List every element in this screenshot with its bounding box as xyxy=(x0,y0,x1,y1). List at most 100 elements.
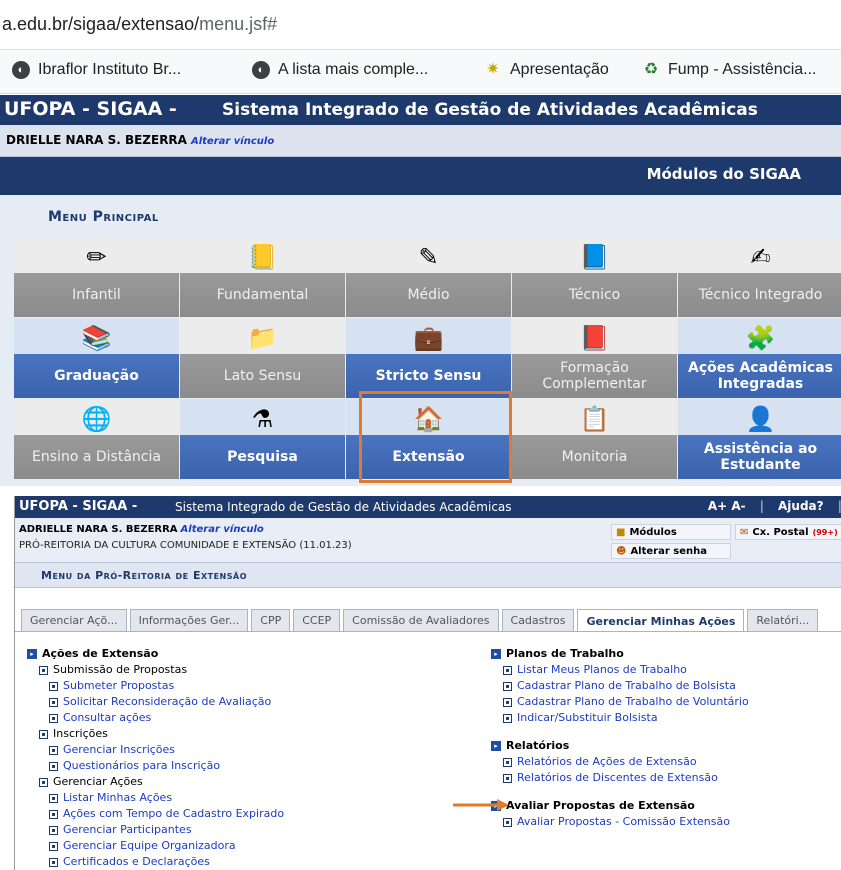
module-tile-tecnico-integrado[interactable]: ✍ Técnico Integrado xyxy=(678,237,841,317)
module-tile-monitoria[interactable]: 📋 Monitoria xyxy=(512,399,677,479)
menu-item[interactable]: ▪ Cadastrar Plano de Trabalho de Bolsista xyxy=(491,678,749,694)
expand-icon: ▪ xyxy=(49,857,58,867)
bottom-screenshot: UFOPA - SIGAA - Sistema Integrado de Ges… xyxy=(14,496,841,870)
module-label: Ações Acadêmicas Integradas xyxy=(687,360,834,392)
menu-item[interactable]: ▪ Questionários para Inscrição xyxy=(27,758,284,774)
tab-gerenciar-minhas-acoes[interactable]: Gerenciar Minhas Ações xyxy=(577,609,745,632)
address-bar[interactable]: a.edu.br/sigaa/extensao/menu.jsf# xyxy=(0,0,841,50)
box-icon: ■ xyxy=(616,526,626,538)
menu-item[interactable]: ▪ Listar Meus Planos de Trabalho xyxy=(491,662,749,678)
draw-icon: ✍ xyxy=(750,243,771,271)
expand-icon: ▪ xyxy=(49,761,58,771)
menu-item-label: Gerenciar Inscrições xyxy=(63,743,176,756)
module-tile-assistencia-ao-estudante[interactable]: 👤 Assistência ao Estudante xyxy=(678,399,841,479)
menu-item-label: Cadastrar Plano de Trabalho de Voluntári… xyxy=(517,695,749,708)
tab-cpp[interactable]: CPP xyxy=(251,609,291,631)
change-link[interactable]: Alterar vínculo xyxy=(191,136,274,147)
menu-item[interactable]: ▪ Gerenciar Inscrições xyxy=(27,742,284,758)
help-link[interactable]: Ajuda? xyxy=(778,499,824,513)
menu-item[interactable]: ▪ Relatórios de Ações de Extensão xyxy=(491,754,749,770)
books-icon: 📚 xyxy=(81,324,112,352)
bullet-icon: ▸ xyxy=(491,649,501,659)
menu-item[interactable]: ▪ Certificados e Declarações xyxy=(27,854,284,870)
bookmark-ibraflor[interactable]: ◐ Ibraflor Instituto Br... xyxy=(12,61,181,79)
module-tile-fundamental[interactable]: 📒 Fundamental xyxy=(180,237,345,317)
postal-box-button[interactable]: ✉ Cx. Postal (99+) xyxy=(735,524,841,540)
menu-item[interactable]: ▪ Indicar/Substituir Bolsista xyxy=(491,710,749,726)
url-path: a.edu.br/sigaa/extensao/ xyxy=(2,14,200,34)
flask-icon: ⚗ xyxy=(251,405,274,433)
menu-item[interactable]: ▪ Gerenciar Participantes xyxy=(27,822,284,838)
url-text[interactable]: a.edu.br/sigaa/extensao/menu.jsf# xyxy=(2,14,277,35)
menu-item[interactable]: ▪ Submissão de Propostas xyxy=(27,662,284,678)
easel-icon: 📋 xyxy=(579,405,610,433)
menu-item[interactable]: ▪ Gerenciar Equipe Organizadora xyxy=(27,838,284,854)
expand-icon: ▪ xyxy=(503,713,512,723)
expand-icon: ▪ xyxy=(39,729,48,739)
menu-item[interactable]: ▪ Ações com Tempo de Cadastro Expirado xyxy=(27,806,284,822)
menu-item[interactable]: ▪ Submeter Propostas xyxy=(27,678,284,694)
menu-item[interactable]: ▪ Consultar ações xyxy=(27,710,284,726)
menu-item[interactable]: ▪ Listar Minhas Ações xyxy=(27,790,284,806)
module-tile-medio[interactable]: ✎ Médio xyxy=(346,237,511,317)
tab-gerenciar-aco[interactable]: Gerenciar Açõ... xyxy=(21,609,127,631)
menu-item[interactable]: ▪ Avaliar Propostas - Comissão Extensão xyxy=(491,814,749,830)
password-label: Alterar senha xyxy=(630,545,707,557)
divider: | xyxy=(759,499,765,513)
menu-item[interactable]: ▪ Inscrições xyxy=(27,726,284,742)
menu-item-label: Listar Meus Planos de Trabalho xyxy=(517,663,687,676)
change-link[interactable]: Alterar vínculo xyxy=(181,524,264,535)
module-tile-infantil[interactable]: ✏ Infantil xyxy=(14,237,179,317)
user-name: DRIELLE NARA S. BEZERRA xyxy=(6,133,187,147)
menu-item[interactable]: ▪ Relatórios de Discentes de Extensão xyxy=(491,770,749,786)
menu-item-label: Avaliar Propostas - Comissão Extensão xyxy=(517,815,730,828)
change-password-button[interactable]: ☻ Alterar senha xyxy=(611,543,731,559)
recycle-icon: ♻ xyxy=(643,61,659,78)
bookmark-label: Fump - Assistência... xyxy=(668,61,817,78)
module-tile-ensino-a-distancia[interactable]: 🌐 Ensino a Distância xyxy=(14,399,179,479)
tab-relatori[interactable]: Relatóri... xyxy=(747,609,819,631)
section-title: ▸ Relatórios xyxy=(491,738,749,754)
sigaa-header: UFOPA - SIGAA - Sistema Integrado de Ges… xyxy=(0,95,841,125)
menu-item[interactable]: ▪ Gerenciar Ações xyxy=(27,774,284,790)
modules-title: Módulos do SIGAA xyxy=(646,165,801,183)
bookmark-apresentacao[interactable]: ✷ Apresentação xyxy=(484,61,608,79)
tab-informacoes-ger[interactable]: Informações Ger... xyxy=(129,609,249,631)
tab-row: Gerenciar Açõ... Informações Ger... CPP CCE… xyxy=(21,609,819,632)
expand-icon: ▪ xyxy=(503,665,512,675)
expand-icon: ▪ xyxy=(503,817,512,827)
module-tile-pesquisa[interactable]: ⚗ Pesquisa xyxy=(180,399,345,479)
tab-cadastros[interactable]: Cadastros xyxy=(501,609,575,631)
expand-icon: ▪ xyxy=(503,773,512,783)
section-label: Avaliar Propostas de Extensão xyxy=(506,799,695,812)
module-label: Técnico xyxy=(568,287,621,303)
brand-title: UFOPA - SIGAA - xyxy=(4,98,177,120)
section-title: ▸Avaliar Propostas de Extensão xyxy=(491,798,749,814)
menu-item-label: Inscrições xyxy=(53,727,108,740)
tab-comissao-de-avaliadores[interactable]: Comissão de Avaliadores xyxy=(343,609,499,631)
menu-item-label: Gerenciar Equipe Organizadora xyxy=(63,839,236,852)
module-tile-formacao-complementar[interactable]: 📕 Formação Complementar xyxy=(512,318,677,398)
font-size-controls[interactable]: A+ A- xyxy=(708,499,746,513)
module-tile-stricto-sensu[interactable]: 💼 Stricto Sensu xyxy=(346,318,511,398)
module-tile-lato-sensu[interactable]: 📁 Lato Sensu xyxy=(180,318,345,398)
url-file: menu.jsf# xyxy=(199,14,278,34)
module-tile-graduacao[interactable]: 📚 Graduação xyxy=(14,318,179,398)
tab-ccep[interactable]: CCEP xyxy=(293,609,341,631)
menu-item-label: Ações com Tempo de Cadastro Expirado xyxy=(63,807,285,820)
module-tile-tecnico[interactable]: 📘 Técnico xyxy=(512,237,677,317)
bookmark-fump[interactable]: ♻ Fump - Assistência... xyxy=(642,61,817,79)
modules-button[interactable]: ■ Módulos xyxy=(611,524,731,540)
bookmark-lista[interactable]: ◐ A lista mais comple... xyxy=(252,61,428,79)
module-label: Médio xyxy=(407,287,450,303)
user-bar: DRIELLE NARA S. BEZERRA Alterar vínculo xyxy=(0,125,841,157)
menu-item[interactable]: ▪ Cadastrar Plano de Trabalho de Voluntár… xyxy=(491,694,749,710)
expand-icon: ▪ xyxy=(39,777,48,787)
postal-count: (99+) xyxy=(812,527,838,537)
bookmarks-bar: ◐ Ibraflor Instituto Br... ◐ A lista mais … xyxy=(0,50,841,94)
menu-item[interactable]: ▪ Solicitar Reconsideração de Avaliação xyxy=(27,694,284,710)
module-tile-acoes-academicas-integradas[interactable]: 🧩 Ações Acadêmicas Integradas xyxy=(678,318,841,398)
module-label: Monitoria xyxy=(561,449,628,465)
user-name: ADRIELLE NARA S. BEZERRA xyxy=(19,524,178,535)
